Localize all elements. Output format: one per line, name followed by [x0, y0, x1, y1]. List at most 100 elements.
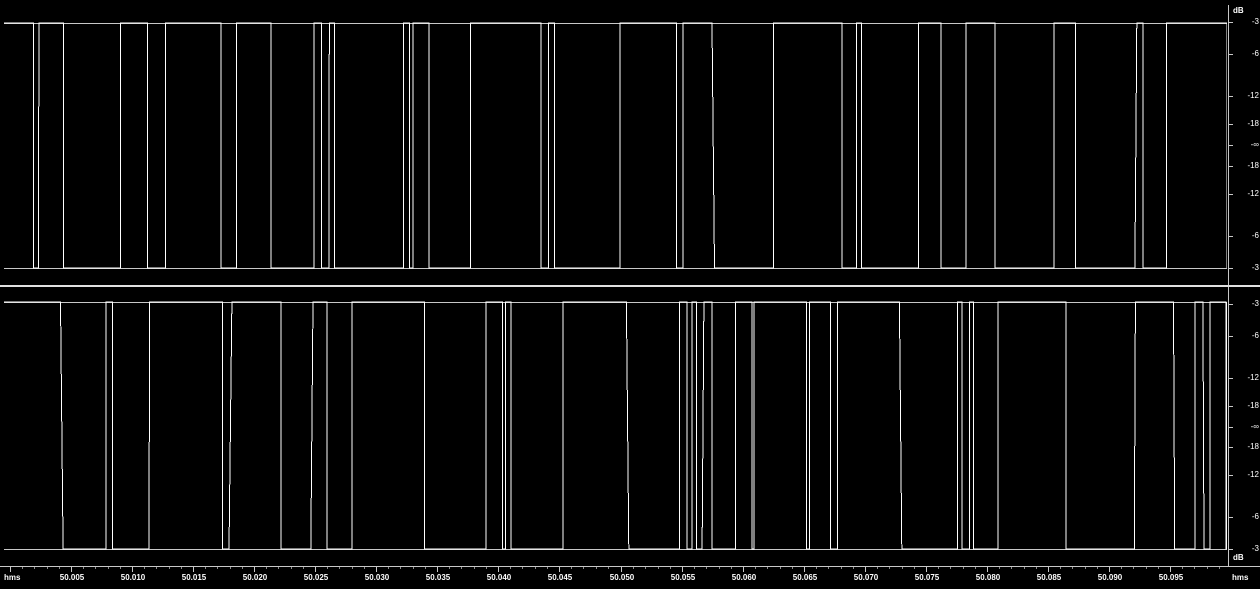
- time-minor-tick: [242, 567, 243, 569]
- db-tick-bottom-label: -18: [1247, 401, 1259, 410]
- time-minor-tick: [902, 567, 903, 569]
- time-unit-left: hms: [4, 573, 21, 582]
- time-minor-tick: [144, 567, 145, 569]
- db-tick-bottom-label: -6: [1251, 331, 1259, 340]
- db-tick-bottom-tick: [1229, 517, 1233, 518]
- time-minor-tick: [914, 567, 915, 569]
- time-tick: [254, 567, 255, 572]
- time-label: 50.080: [975, 573, 1001, 582]
- db-tick-top-label: -3: [1251, 263, 1259, 272]
- time-minor-tick: [1219, 567, 1220, 569]
- db-tick-top-tick: [1229, 124, 1233, 125]
- db-tick-bottom-label: -18: [1247, 442, 1259, 451]
- db-tick-top-label: -18: [1247, 119, 1259, 128]
- db-tick-bottom-tick: [1229, 447, 1233, 448]
- db-tick-bottom-tick: [1229, 406, 1233, 407]
- db-tick-top-label: -6: [1251, 49, 1259, 58]
- time-label: 50.090: [1097, 573, 1123, 582]
- time-minor-tick: [449, 567, 450, 569]
- channel-bottom-waveform[interactable]: [4, 287, 1227, 566]
- db-tick-top-label: -12: [1247, 91, 1259, 100]
- time-minor-tick: [547, 567, 548, 569]
- time-minor-tick: [670, 567, 671, 569]
- time-ruler[interactable]: hms hms 50.005 50.010 50.015 50.020 50.025 50…: [0, 566, 1260, 589]
- time-label: 50.050: [609, 573, 635, 582]
- time-tick: [682, 567, 683, 572]
- time-label: 50.055: [670, 573, 696, 582]
- time-minor-tick: [1036, 567, 1037, 569]
- time-label: 50.075: [914, 573, 940, 582]
- time-tick: [1170, 567, 1171, 572]
- time-minor-tick: [975, 567, 976, 569]
- time-label: 50.025: [303, 573, 329, 582]
- db-tick-top-tick: [1229, 22, 1233, 23]
- db-tick-top-label: -3: [1251, 17, 1259, 26]
- db-unit-label-bottom: dB: [1233, 553, 1244, 562]
- db-tick-top-label: -12: [1247, 189, 1259, 198]
- time-minor-tick: [841, 567, 842, 569]
- db-tick-bottom-tick: [1229, 336, 1233, 337]
- waveform-path: [4, 22, 1227, 269]
- time-minor-tick: [266, 567, 267, 569]
- time-minor-tick: [461, 567, 462, 569]
- time-minor-tick: [889, 567, 890, 569]
- db-tick-bottom-label: -12: [1247, 470, 1259, 479]
- time-minor-tick: [205, 567, 206, 569]
- db-tick-bottom-tick: [1229, 304, 1233, 305]
- time-tick: [743, 567, 744, 572]
- db-tick-top-tick: [1229, 145, 1233, 146]
- time-label: 50.010: [120, 573, 146, 582]
- time-label: 50.060: [731, 573, 757, 582]
- time-tick: [498, 567, 499, 572]
- time-minor-tick: [1085, 567, 1086, 569]
- db-tick-top-tick: [1229, 96, 1233, 97]
- time-minor-tick: [230, 567, 231, 569]
- time-minor-tick: [1072, 567, 1073, 569]
- channel-top-waveform[interactable]: [4, 5, 1227, 285]
- time-minor-tick: [767, 567, 768, 569]
- time-minor-tick: [853, 567, 854, 569]
- time-minor-tick: [596, 567, 597, 569]
- time-label: 50.065: [792, 573, 818, 582]
- time-minor-tick: [400, 567, 401, 569]
- db-tick-top-label: -∞: [1250, 140, 1259, 149]
- time-minor-tick: [120, 567, 121, 569]
- time-tick: [621, 567, 622, 572]
- time-tick: [71, 567, 72, 572]
- time-minor-tick: [1097, 567, 1098, 569]
- time-minor-tick: [303, 567, 304, 569]
- time-tick: [376, 567, 377, 572]
- time-minor-tick: [1182, 567, 1183, 569]
- db-tick-bottom-label: -∞: [1250, 422, 1259, 431]
- time-tick: [804, 567, 805, 572]
- waveform-editor: dB -3 -6 -12 -18 -∞ -18 -12 -6 -3 dB -3 -6 -12 -18 -…: [0, 0, 1260, 589]
- time-minor-tick: [1158, 567, 1159, 569]
- db-tick-bottom-tick: [1229, 427, 1233, 428]
- time-minor-tick: [474, 567, 475, 569]
- time-minor-tick: [792, 567, 793, 569]
- db-tick-bottom-tick: [1229, 378, 1233, 379]
- time-minor-tick: [352, 567, 353, 569]
- time-minor-tick: [583, 567, 584, 569]
- time-minor-tick: [327, 567, 328, 569]
- time-minor-tick: [816, 567, 817, 569]
- db-tick-top-tick: [1229, 194, 1233, 195]
- time-minor-tick: [706, 567, 707, 569]
- db-tick-top-tick: [1229, 268, 1233, 269]
- time-minor-tick: [22, 567, 23, 569]
- time-label: 50.015: [181, 573, 207, 582]
- db-tick-top-label: -6: [1251, 231, 1259, 240]
- time-minor-tick: [694, 567, 695, 569]
- time-label: 50.005: [59, 573, 85, 582]
- time-minor-tick: [645, 567, 646, 569]
- time-minor-tick: [828, 567, 829, 569]
- time-minor-tick: [339, 567, 340, 569]
- db-ruler-bottom: dB -3 -6 -12 -18 -∞ -18 -12 -6 -3: [1228, 287, 1260, 566]
- time-tick: [132, 567, 133, 572]
- time-minor-tick: [1024, 567, 1025, 569]
- db-tick-bottom-label: -3: [1251, 299, 1259, 308]
- time-label: 50.030: [364, 573, 390, 582]
- time-minor-tick: [938, 567, 939, 569]
- time-label: 50.070: [853, 573, 879, 582]
- time-minor-tick: [59, 567, 60, 569]
